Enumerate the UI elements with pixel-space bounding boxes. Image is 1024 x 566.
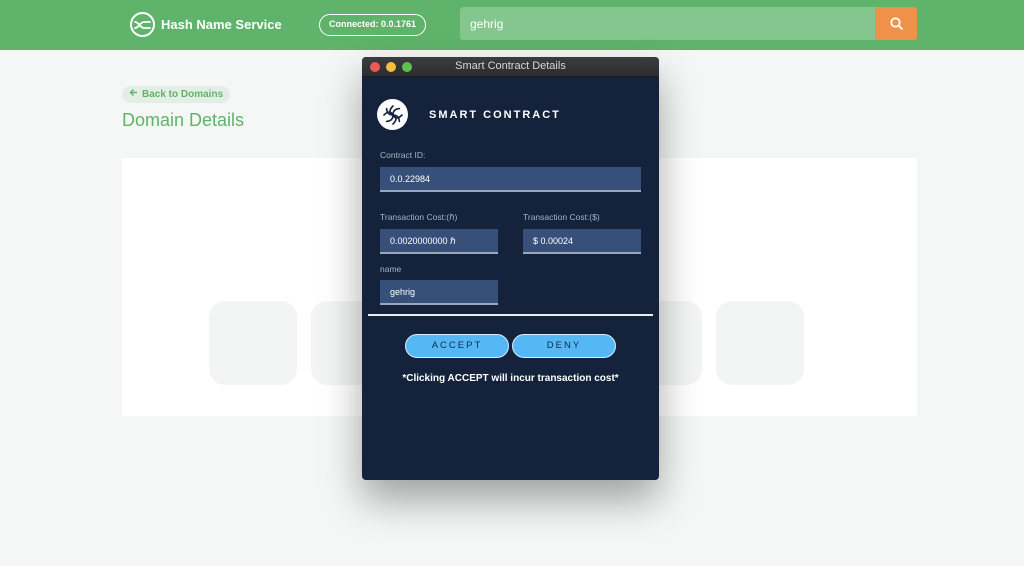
arrow-left-icon [129, 86, 138, 103]
search-input[interactable] [460, 7, 875, 40]
name-label: name [380, 264, 402, 274]
deny-button[interactable]: DENY [512, 334, 616, 358]
contract-id-field[interactable]: 0.0.22984 [380, 167, 641, 192]
brand[interactable]: Hash Name Service [130, 12, 282, 37]
page-title: Domain Details [122, 110, 245, 130]
transaction-cost-usd-label: Transaction Cost:($) [523, 212, 600, 222]
back-to-domains-link[interactable]: Back to Domains [122, 86, 231, 103]
hns-logo-icon [130, 12, 155, 37]
placeholder-tile [716, 301, 804, 385]
transaction-cost-hbar-label: Transaction Cost:(ℏ) [380, 212, 458, 222]
placeholder-tile [209, 301, 297, 385]
smart-contract-dialog: Smart Contract Details SMART CONTRACT Co… [362, 57, 659, 480]
transaction-cost-hbar-field[interactable]: 0.0020000000 ℏ [380, 229, 498, 254]
divider [368, 314, 653, 316]
window-titlebar[interactable]: Smart Contract Details [362, 57, 659, 77]
transaction-cost-note: *Clicking ACCEPT will incur transaction … [402, 373, 619, 384]
window-title: Smart Contract Details [455, 60, 566, 72]
hedera-logo-icon [377, 99, 408, 130]
brand-title: Hash Name Service [161, 17, 282, 32]
search-icon [889, 17, 903, 30]
contract-id-label: Contract ID: [380, 150, 426, 160]
connected-status-badge[interactable]: Connected: 0.0.1761 [319, 14, 427, 36]
dialog-heading: SMART CONTRACT [429, 109, 561, 121]
top-navbar: Hash Name Service Connected: 0.0.1761 [0, 0, 1024, 50]
transaction-cost-usd-field[interactable]: $ 0.00024 [523, 229, 641, 254]
accept-button[interactable]: ACCEPT [405, 334, 509, 358]
search-button[interactable] [875, 7, 917, 40]
name-field[interactable]: gehrig [380, 280, 498, 305]
back-link-label: Back to Domains [142, 89, 224, 100]
